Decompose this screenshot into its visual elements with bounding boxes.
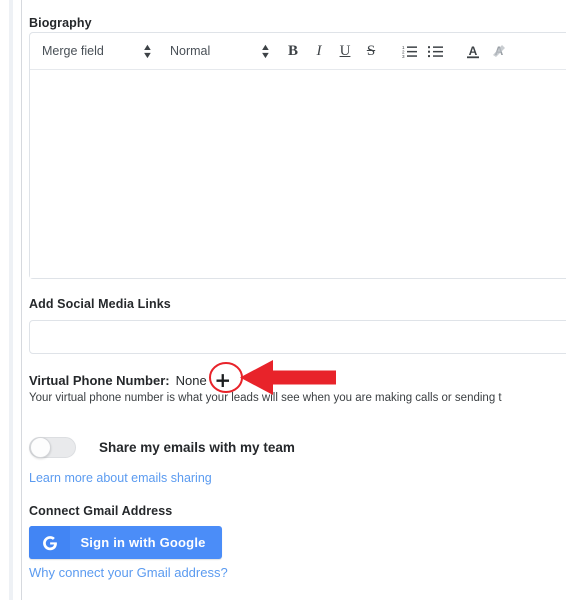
panel-left-accent-rail [9,0,13,600]
ordered-list-icon[interactable]: 1 2 3 [396,38,422,64]
learn-more-emails-sharing-link[interactable]: Learn more about emails sharing [29,471,212,485]
social-media-links-label: Add Social Media Links [29,297,171,311]
biography-label: Biography [29,16,92,30]
svg-text:A: A [469,44,478,58]
why-connect-gmail-link[interactable]: Why connect your Gmail address? [29,565,228,580]
underline-icon[interactable]: U [332,38,358,64]
unordered-list-icon[interactable] [422,38,448,64]
format-select-value: Normal [170,44,211,58]
panel-left-border [21,0,22,600]
italic-icon[interactable]: I [306,38,332,64]
virtual-phone-help-text: Your virtual phone number is what your l… [29,392,502,404]
toggle-knob [30,437,51,458]
strikethrough-icon[interactable]: S [358,38,384,64]
virtual-phone-number-row: Virtual Phone Number: None + [29,370,233,390]
merge-field-select[interactable]: Merge field ▲ ▼ [42,42,154,60]
biography-editor-body[interactable] [30,70,566,278]
format-select[interactable]: Normal ▲ ▼ [170,42,272,60]
settings-form-content: Biography Merge field ▲ ▼ Normal ▲ ▼ B I U… [29,0,566,600]
virtual-phone-add-button[interactable]: + [213,370,233,390]
virtual-phone-number-value: None [175,372,207,388]
highlight-color-icon[interactable]: A [486,38,512,64]
google-g-icon [29,526,70,559]
share-emails-label: Share my emails with my team [99,440,295,455]
share-emails-row: Share my emails with my team [29,437,295,458]
chevron-updown-icon: ▲ ▼ [259,42,272,60]
chevron-updown-icon: ▲ ▼ [141,42,154,60]
svg-text:3: 3 [402,54,405,58]
sign-in-with-google-button[interactable]: Sign in with Google [29,526,222,559]
editor-toolbar: Merge field ▲ ▼ Normal ▲ ▼ B I U S 1 2 3… [30,33,566,70]
font-color-icon[interactable]: A [460,38,486,64]
share-emails-toggle[interactable] [29,437,76,458]
sign-in-with-google-label: Sign in with Google [80,535,206,550]
social-media-links-input[interactable] [29,320,566,354]
biography-rich-text-editor[interactable]: Merge field ▲ ▼ Normal ▲ ▼ B I U S 1 2 3… [29,32,566,279]
merge-field-select-value: Merge field [42,44,104,58]
connect-gmail-label: Connect Gmail Address [29,504,173,518]
virtual-phone-number-label: Virtual Phone Number: [29,372,170,388]
bold-icon[interactable]: B [280,38,306,64]
